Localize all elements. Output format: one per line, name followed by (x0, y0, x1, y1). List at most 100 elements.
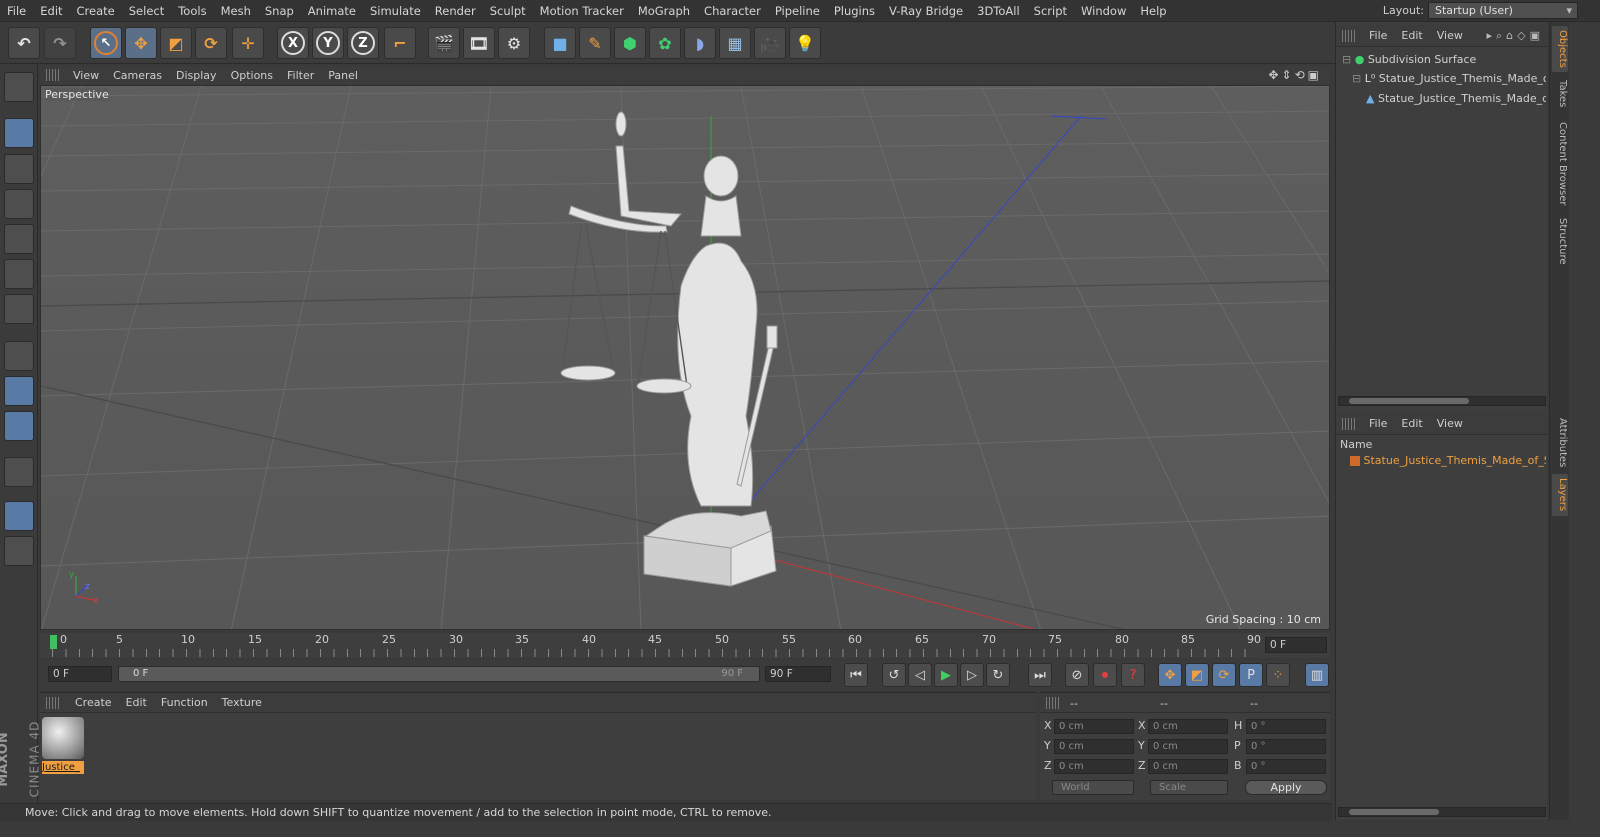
object-row-subdivision[interactable]: ⊟ ● Subdivision Surface (1342, 50, 1546, 69)
snapping-magnet-icon[interactable] (4, 457, 34, 487)
menu-animate[interactable]: Animate (301, 4, 363, 18)
menu-sculpt[interactable]: Sculpt (483, 4, 533, 18)
live-selection-icon[interactable]: ✛ (232, 27, 264, 59)
viewport-menu-panel[interactable]: Panel (321, 69, 365, 82)
edges-mode-icon[interactable] (4, 259, 34, 289)
tweak-mode-icon[interactable] (4, 376, 34, 406)
frame-range-slider[interactable]: 0 F 90 F (118, 666, 760, 682)
position-x-field[interactable]: 0 cm (1054, 719, 1134, 734)
viewport-menu-display[interactable]: Display (169, 69, 224, 82)
layers-menu-view[interactable]: View (1430, 417, 1470, 430)
tree-expander-icon[interactable]: ⊟ (1352, 72, 1361, 85)
workplane-mode-icon[interactable] (4, 189, 34, 219)
scale-tool-icon[interactable]: ◩ (160, 27, 192, 59)
cube-primitive-icon[interactable]: ■ (544, 27, 576, 59)
material-menu-edit[interactable]: Edit (119, 696, 154, 709)
go-to-start-icon[interactable]: ⏮ (844, 663, 868, 687)
polygons-mode-icon[interactable] (4, 294, 34, 324)
size-mode-select[interactable]: Scale (1150, 780, 1228, 795)
position-y-field[interactable]: 0 cm (1054, 739, 1134, 754)
end-frame-field[interactable]: 90 F (765, 666, 831, 682)
3d-viewport[interactable]: Perspective y z x Grid Spacing : 10 cm (40, 85, 1330, 630)
panel-grip-icon[interactable] (1342, 29, 1356, 42)
menu-render[interactable]: Render (428, 4, 483, 18)
next-frame-icon[interactable]: ▷ (960, 663, 984, 687)
menu-pipeline[interactable]: Pipeline (768, 4, 827, 18)
scrollbar-thumb[interactable] (1349, 809, 1439, 815)
render-settings-icon[interactable]: ⚙ (498, 27, 530, 59)
rotate-tool-icon[interactable]: ⟳ (195, 27, 227, 59)
layers-menu-file[interactable]: File (1362, 417, 1394, 430)
menu-script[interactable]: Script (1027, 4, 1074, 18)
playhead-marker[interactable] (50, 635, 57, 649)
axis-x-lock-button[interactable]: X (277, 27, 309, 59)
key-scale-icon[interactable]: ◩ (1185, 663, 1209, 687)
tab-content-browser[interactable]: Content Browser (1552, 118, 1568, 210)
rotation-p-field[interactable]: 0 ° (1246, 739, 1326, 754)
layers-horizontal-scrollbar[interactable] (1338, 807, 1546, 817)
coordinate-mode-select[interactable]: World (1052, 780, 1134, 795)
previous-frame-icon[interactable]: ◁ (908, 663, 932, 687)
make-editable-icon[interactable] (4, 72, 34, 102)
go-to-end-icon[interactable]: ⏭ (1028, 663, 1052, 687)
viewport-menu-cameras[interactable]: Cameras (106, 69, 169, 82)
objects-menu-edit[interactable]: Edit (1394, 29, 1429, 42)
coordinate-system-icon[interactable]: ⌐ (384, 27, 416, 59)
layout-select[interactable]: Startup (User) (1428, 2, 1578, 19)
objects-horizontal-scrollbar[interactable] (1338, 396, 1546, 406)
floor-environment-icon[interactable]: ▦ (719, 27, 751, 59)
current-frame-field[interactable]: 0 F (1265, 637, 1327, 653)
menu-plugins[interactable]: Plugins (827, 4, 882, 18)
material-name-label[interactable]: Justice_ (42, 761, 84, 774)
panel-grip-icon[interactable] (46, 69, 60, 81)
viewport-menu-filter[interactable]: Filter (280, 69, 321, 82)
record-keys-disabled-icon[interactable]: ⊘ (1065, 663, 1089, 687)
texture-mode-icon[interactable] (4, 154, 34, 184)
timeline-ruler[interactable]: 0 5 10 15 20 25 30 35 40 45 50 55 60 65 … (40, 633, 1330, 658)
key-parameter-icon[interactable]: P (1239, 663, 1263, 687)
panel-grip-icon[interactable] (46, 696, 60, 709)
layers-column-name[interactable]: Name (1340, 438, 1372, 451)
render-view-icon[interactable]: 🎬 (428, 27, 460, 59)
tab-takes[interactable]: Takes (1552, 76, 1568, 112)
axis-z-lock-button[interactable]: Z (347, 27, 379, 59)
position-z-field[interactable]: 0 cm (1054, 759, 1134, 774)
axis-mode-icon[interactable] (4, 341, 34, 371)
menu-mesh[interactable]: Mesh (214, 4, 258, 18)
material-menu-function[interactable]: Function (154, 696, 215, 709)
object-name[interactable]: Subdivision Surface (1368, 53, 1476, 66)
panel-grip-icon[interactable] (1342, 417, 1356, 430)
material-menu-texture[interactable]: Texture (215, 696, 269, 709)
start-frame-field[interactable]: 0 F (48, 666, 112, 682)
pen-spline-icon[interactable]: ✎ (579, 27, 611, 59)
apply-button[interactable]: Apply (1245, 780, 1327, 795)
layers-menu-edit[interactable]: Edit (1394, 417, 1429, 430)
menu-motion-tracker[interactable]: Motion Tracker (533, 4, 631, 18)
undo-icon[interactable]: ↶ (8, 27, 40, 59)
menu-3dtoall[interactable]: 3DToAll (970, 4, 1027, 18)
objects-toolbar-icons[interactable]: ▸⌕⌂◇▣ (1486, 29, 1544, 43)
locked-workplane-icon[interactable] (4, 501, 34, 531)
rotation-b-field[interactable]: 0 ° (1246, 759, 1326, 774)
subdivision-generator-icon[interactable]: ⬢ (614, 27, 646, 59)
solo-mode-icon[interactable] (4, 411, 34, 441)
size-x-field[interactable]: 0 cm (1148, 719, 1228, 734)
size-z-field[interactable]: 0 cm (1148, 759, 1228, 774)
deformer-icon[interactable]: ◗ (684, 27, 716, 59)
object-row-statue-null[interactable]: ⊟ L⁰ Statue_Justice_Themis_Made_of_ (1352, 69, 1546, 88)
viewport-menu-options[interactable]: Options (224, 69, 280, 82)
menu-help[interactable]: Help (1133, 4, 1173, 18)
redo-icon[interactable]: ↷ (44, 27, 76, 59)
render-picture-viewer-icon[interactable]: 🎞 (463, 27, 495, 59)
mograph-cloner-icon[interactable]: ✿ (649, 27, 681, 59)
select-pointer-icon[interactable]: ↖ (90, 27, 122, 59)
planar-workplane-icon[interactable] (4, 536, 34, 566)
previous-key-icon[interactable]: ↺ (882, 663, 906, 687)
viewport-navigation-icons[interactable]: ✥⇕⟲▣ (1268, 68, 1322, 82)
model-mode-icon[interactable] (4, 118, 34, 148)
object-row-statue-mesh[interactable]: ▲ Statue_Justice_Themis_Made_c (1366, 89, 1546, 108)
tree-expander-icon[interactable]: ⊟ (1342, 53, 1351, 66)
menu-tools[interactable]: Tools (171, 4, 213, 18)
next-key-icon[interactable]: ↻ (986, 663, 1010, 687)
menu-character[interactable]: Character (697, 4, 768, 18)
